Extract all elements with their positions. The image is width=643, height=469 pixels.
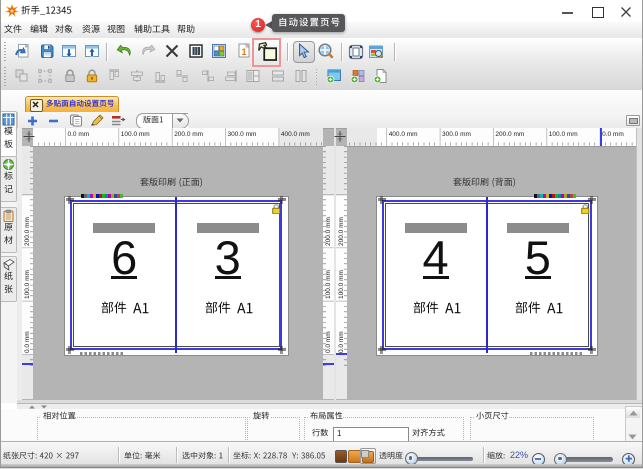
svg-text:1: 1 (241, 47, 246, 57)
